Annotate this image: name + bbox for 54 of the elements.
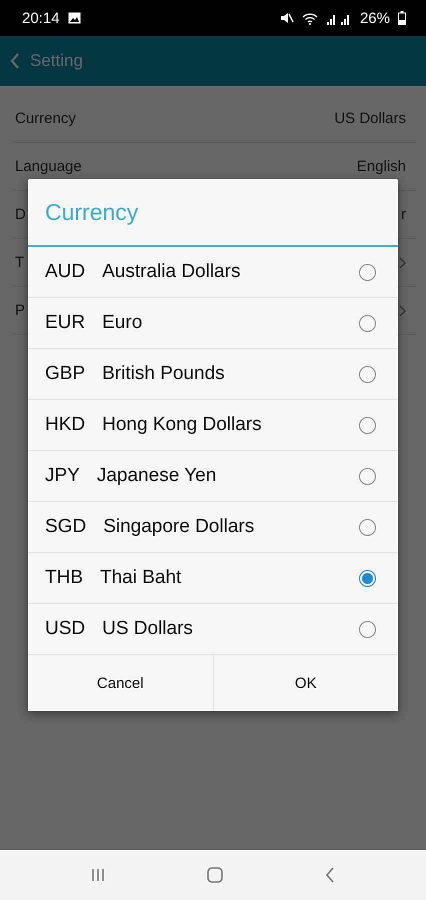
radio-button[interactable] (359, 570, 376, 586)
radio-button[interactable] (359, 416, 376, 434)
currency-name: Hong Kong Dollars (102, 414, 262, 436)
currency-name: British Pounds (102, 363, 225, 385)
currency-name: Euro (102, 312, 142, 334)
currency-code: USD (45, 618, 86, 640)
currency-name: Australia Dollars (102, 261, 240, 283)
setting-value: English (356, 158, 406, 175)
setting-label: Currency (15, 110, 76, 127)
setting-value: r (401, 206, 406, 223)
currency-option[interactable]: GBP British Pounds (28, 349, 398, 400)
back-icon[interactable] (325, 867, 335, 883)
currency-name: US Dollars (102, 618, 193, 640)
radio-button[interactable] (359, 314, 376, 332)
app-bar-title: Setting (30, 51, 83, 71)
currency-code: HKD (45, 414, 86, 436)
setting-value: US Dollars (334, 110, 406, 127)
currency-option[interactable]: HKD Hong Kong Dollars (28, 400, 398, 451)
battery-icon (398, 11, 406, 25)
radio-button[interactable] (359, 264, 376, 280)
wifi-icon (302, 12, 318, 24)
recent-apps-icon[interactable] (91, 868, 105, 882)
chevron-icon (399, 304, 406, 316)
setting-label: Language (15, 158, 82, 175)
currency-code: EUR (45, 312, 86, 334)
currency-option[interactable]: AUD Australia Dollars (28, 247, 398, 298)
currency-code: AUD (45, 261, 86, 283)
radio-button[interactable] (359, 366, 376, 382)
currency-name: Singapore Dollars (103, 516, 254, 538)
currency-option[interactable]: SGD Singapore Dollars (28, 502, 398, 553)
currency-code: THB (45, 567, 83, 589)
currency-name: Thai Baht (100, 567, 182, 589)
currency-code: JPY (45, 465, 80, 487)
radio-button[interactable] (359, 468, 376, 484)
radio-button[interactable] (359, 518, 376, 536)
setting-label: D (15, 206, 26, 223)
currency-option[interactable]: EUR Euro (28, 298, 398, 349)
dialog-button[interactable]: Cancel (28, 655, 212, 711)
chevron-icon (399, 256, 406, 268)
dialog-title: Currency (28, 179, 398, 247)
home-icon[interactable] (207, 867, 223, 883)
setting-label: T (15, 254, 24, 271)
currency-code: SGD (45, 516, 86, 538)
image-icon (68, 12, 81, 24)
currency-name: Japanese Yen (96, 465, 216, 487)
dialog-button[interactable]: OK (212, 655, 398, 711)
mute-icon (280, 11, 294, 25)
setting-label: P (15, 302, 26, 319)
currency-code: GBP (45, 363, 86, 385)
radio-button[interactable] (359, 620, 376, 638)
currency-option[interactable]: JPY Japanese Yen (28, 451, 398, 502)
currency-option[interactable]: THB Thai Baht (28, 553, 398, 604)
status-time: 20:14 (22, 10, 60, 26)
battery-percent: 26% (360, 10, 390, 26)
